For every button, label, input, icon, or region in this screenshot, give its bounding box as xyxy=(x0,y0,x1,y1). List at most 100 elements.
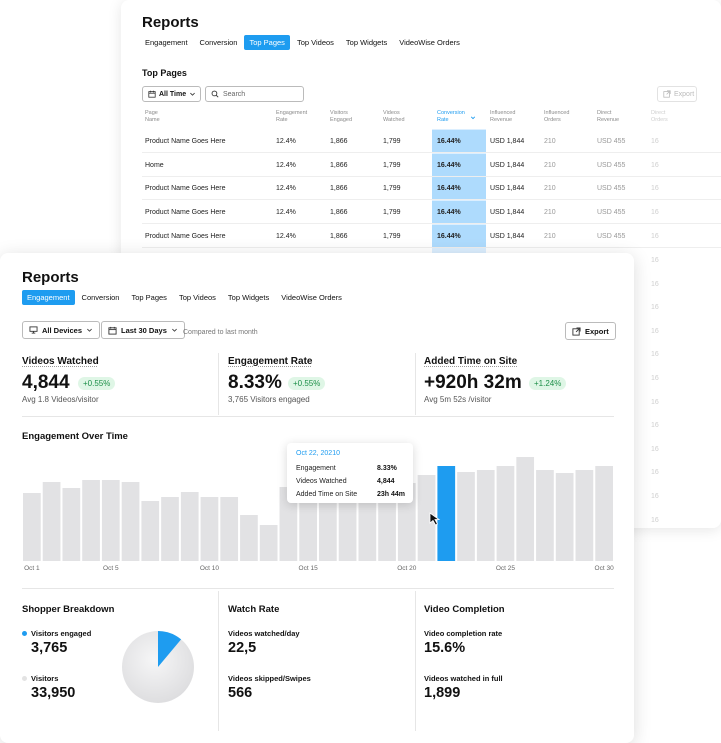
chart-bar[interactable] xyxy=(200,497,219,561)
chart-bar[interactable] xyxy=(82,480,100,561)
chevron-down-icon xyxy=(171,328,177,332)
tab-top-pages[interactable]: Top Pages xyxy=(126,290,171,305)
chart-bar[interactable] xyxy=(161,497,179,561)
table-cell: 12.4% xyxy=(276,185,296,192)
mouse-cursor-icon xyxy=(429,512,441,526)
column-header-engagement-rate[interactable]: Engagement Rate xyxy=(276,110,307,124)
page-name-link[interactable]: Product Name Goes Here xyxy=(145,233,226,240)
videos-watched-day-value: 22,5 xyxy=(228,640,257,656)
time-filter-dropdown[interactable]: All Time xyxy=(142,86,201,102)
chart-bar[interactable] xyxy=(42,482,61,561)
back-tab-top-videos[interactable]: Top Videos xyxy=(292,35,339,50)
table-cell: 16 xyxy=(651,493,659,500)
search-input[interactable]: Search xyxy=(205,86,304,102)
metric-divider xyxy=(415,353,416,415)
chart-bar[interactable] xyxy=(536,470,554,561)
table-cell: 210 xyxy=(544,233,556,240)
table-cell: USD 455 xyxy=(597,138,626,145)
row-divider xyxy=(142,247,721,248)
column-header-influenced-revenue[interactable]: Influenced Revenue xyxy=(490,110,515,124)
chart-bar[interactable] xyxy=(476,470,495,561)
column-header-conversion-rate[interactable]: Conversion Rate xyxy=(437,110,476,124)
tab-top-videos[interactable]: Top Videos xyxy=(174,290,221,305)
chart-bar[interactable] xyxy=(575,470,594,561)
front-reports-window: Reports Engagement Conversion Top Pages Top… xyxy=(0,253,634,743)
chart-bar[interactable] xyxy=(121,482,140,561)
chart-bar[interactable] xyxy=(240,515,258,561)
chart-bar[interactable] xyxy=(496,466,515,561)
tab-videowise-orders[interactable]: VideoWise Orders xyxy=(276,290,347,305)
table-cell: 16 xyxy=(651,209,659,216)
chart-bar[interactable] xyxy=(595,466,613,561)
table-cell: 12.4% xyxy=(276,162,296,169)
table-cell: 1,866 xyxy=(330,138,348,145)
chart-bar[interactable] xyxy=(180,492,199,561)
tab-conversion[interactable]: Conversion xyxy=(77,290,125,305)
tooltip-label: Engagement xyxy=(296,465,336,472)
table-cell: 12.4% xyxy=(276,138,296,145)
column-header-visitors-engaged[interactable]: Visitors Engaged xyxy=(330,110,352,124)
table-cell: 16 xyxy=(651,398,659,406)
chart-bar[interactable] xyxy=(555,473,574,561)
visitors-label: Visitors xyxy=(22,674,58,683)
table-cell: 1,799 xyxy=(383,209,401,216)
column-header-line: Orders xyxy=(651,117,668,123)
visitors-text: Visitors xyxy=(31,674,59,683)
device-filter-dropdown[interactable]: All Devices xyxy=(22,321,101,339)
added-time-value: +920h 32m xyxy=(424,372,522,393)
column-header-line: Name xyxy=(145,117,160,123)
back-tab-videowise-orders[interactable]: VideoWise Orders xyxy=(394,35,465,50)
chart-bar[interactable] xyxy=(101,480,120,561)
column-header-direct-revenue[interactable]: Direct Revenue xyxy=(597,110,619,124)
column-header-line: Conversion xyxy=(437,110,465,116)
back-tab-engagement[interactable]: Engagement xyxy=(140,35,193,50)
watch-rate-title: Watch Rate xyxy=(228,604,280,615)
x-tick-label: Oct 1 xyxy=(24,565,40,572)
tab-engagement[interactable]: Engagement xyxy=(22,290,75,305)
visitors-engaged-text: Visitors engaged xyxy=(31,629,92,638)
x-tick-label: Oct 15 xyxy=(298,565,318,572)
column-header-line: Engaged xyxy=(330,117,353,123)
column-header-influenced-orders[interactable]: Influenced Orders xyxy=(544,110,569,124)
table-cell: 16 xyxy=(651,516,659,524)
chart-bar[interactable] xyxy=(220,497,239,561)
chart-bar[interactable] xyxy=(457,472,475,561)
page-name-link[interactable]: Product Name Goes Here xyxy=(145,138,226,145)
column-header-line: Orders xyxy=(544,117,561,123)
back-tab-top-pages[interactable]: Top Pages xyxy=(244,35,290,50)
column-header-videos-watched[interactable]: Videos Watched xyxy=(383,110,405,124)
column-header-page-name[interactable]: Page Name xyxy=(145,110,160,124)
page-name-link[interactable]: Home xyxy=(145,162,164,169)
added-time-title: Added Time on Site xyxy=(424,356,518,367)
chart-bar[interactable] xyxy=(259,525,278,561)
table-cell: 16 xyxy=(651,257,659,264)
chart-bar[interactable] xyxy=(141,501,160,561)
chart-bar[interactable] xyxy=(338,501,357,561)
column-header-direct-orders[interactable]: Direct Orders xyxy=(651,110,668,124)
section-divider xyxy=(22,416,614,417)
added-time-sub: Avg 5m 52s /visitor xyxy=(424,395,492,404)
table-cell: USD 455 xyxy=(597,233,626,240)
table-cell: 16 xyxy=(651,327,659,335)
back-tab-top-widgets[interactable]: Top Widgets xyxy=(341,35,392,50)
export-label: Export xyxy=(585,326,609,336)
row-divider xyxy=(142,199,721,200)
back-tab-conversion[interactable]: Conversion xyxy=(195,35,243,50)
chart-tooltip: Oct 22, 20210 Engagement 8.33% Videos Wa… xyxy=(287,443,413,503)
page-name-link[interactable]: Product Name Goes Here xyxy=(145,209,226,216)
table-cell: 16.44% xyxy=(437,138,461,145)
chart-bar[interactable] xyxy=(62,488,81,561)
tab-top-widgets[interactable]: Top Widgets xyxy=(223,290,274,305)
chart-bar[interactable] xyxy=(23,493,41,561)
table-cell: 16 xyxy=(651,445,659,453)
chart-bar[interactable] xyxy=(358,493,377,561)
back-export-button[interactable]: Export xyxy=(657,86,697,102)
export-button[interactable]: Export xyxy=(565,322,616,340)
videos-watched-title: Videos Watched xyxy=(22,356,99,367)
table-cell: 12.4% xyxy=(276,233,296,240)
page-name-link[interactable]: Product Name Goes Here xyxy=(145,185,226,192)
date-filter-dropdown[interactable]: Last 30 Days xyxy=(101,321,185,339)
table-cell: 16 xyxy=(651,304,659,312)
chart-bar[interactable] xyxy=(516,457,535,561)
search-placeholder: Search xyxy=(223,90,246,98)
